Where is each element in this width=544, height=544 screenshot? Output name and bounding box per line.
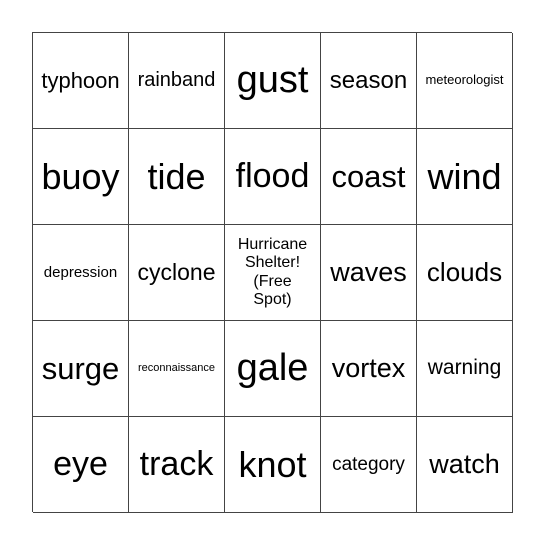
bingo-cell[interactable]: typhoon [33, 33, 129, 129]
bingo-cell[interactable]: flood [225, 129, 321, 225]
bingo-card: typhoon rainband gust season meteorologist bu… [32, 32, 513, 513]
bingo-cell[interactable]: buoy [33, 129, 129, 225]
bingo-cell[interactable]: watch [417, 417, 513, 513]
bingo-cell[interactable]: knot [225, 417, 321, 513]
bingo-cell[interactable]: track [129, 417, 225, 513]
bingo-cell[interactable]: reconnaissance [129, 321, 225, 417]
bingo-cell[interactable]: gust [225, 33, 321, 129]
bingo-cell[interactable]: cyclone [129, 225, 225, 321]
bingo-cell[interactable]: tide [129, 129, 225, 225]
bingo-cell[interactable]: category [321, 417, 417, 513]
bingo-cell[interactable]: eye [33, 417, 129, 513]
bingo-cell[interactable]: depression [33, 225, 129, 321]
bingo-cell[interactable]: wind [417, 129, 513, 225]
bingo-cell[interactable]: rainband [129, 33, 225, 129]
bingo-cell[interactable]: season [321, 33, 417, 129]
bingo-cell[interactable]: waves [321, 225, 417, 321]
bingo-cell[interactable]: coast [321, 129, 417, 225]
bingo-cell[interactable]: clouds [417, 225, 513, 321]
bingo-cell[interactable]: surge [33, 321, 129, 417]
bingo-cell[interactable]: meteorologist [417, 33, 513, 129]
bingo-cell[interactable]: warning [417, 321, 513, 417]
free-space-cell[interactable]: Hurricane Shelter! (Free Spot) [225, 225, 321, 321]
bingo-cell[interactable]: vortex [321, 321, 417, 417]
bingo-cell[interactable]: gale [225, 321, 321, 417]
